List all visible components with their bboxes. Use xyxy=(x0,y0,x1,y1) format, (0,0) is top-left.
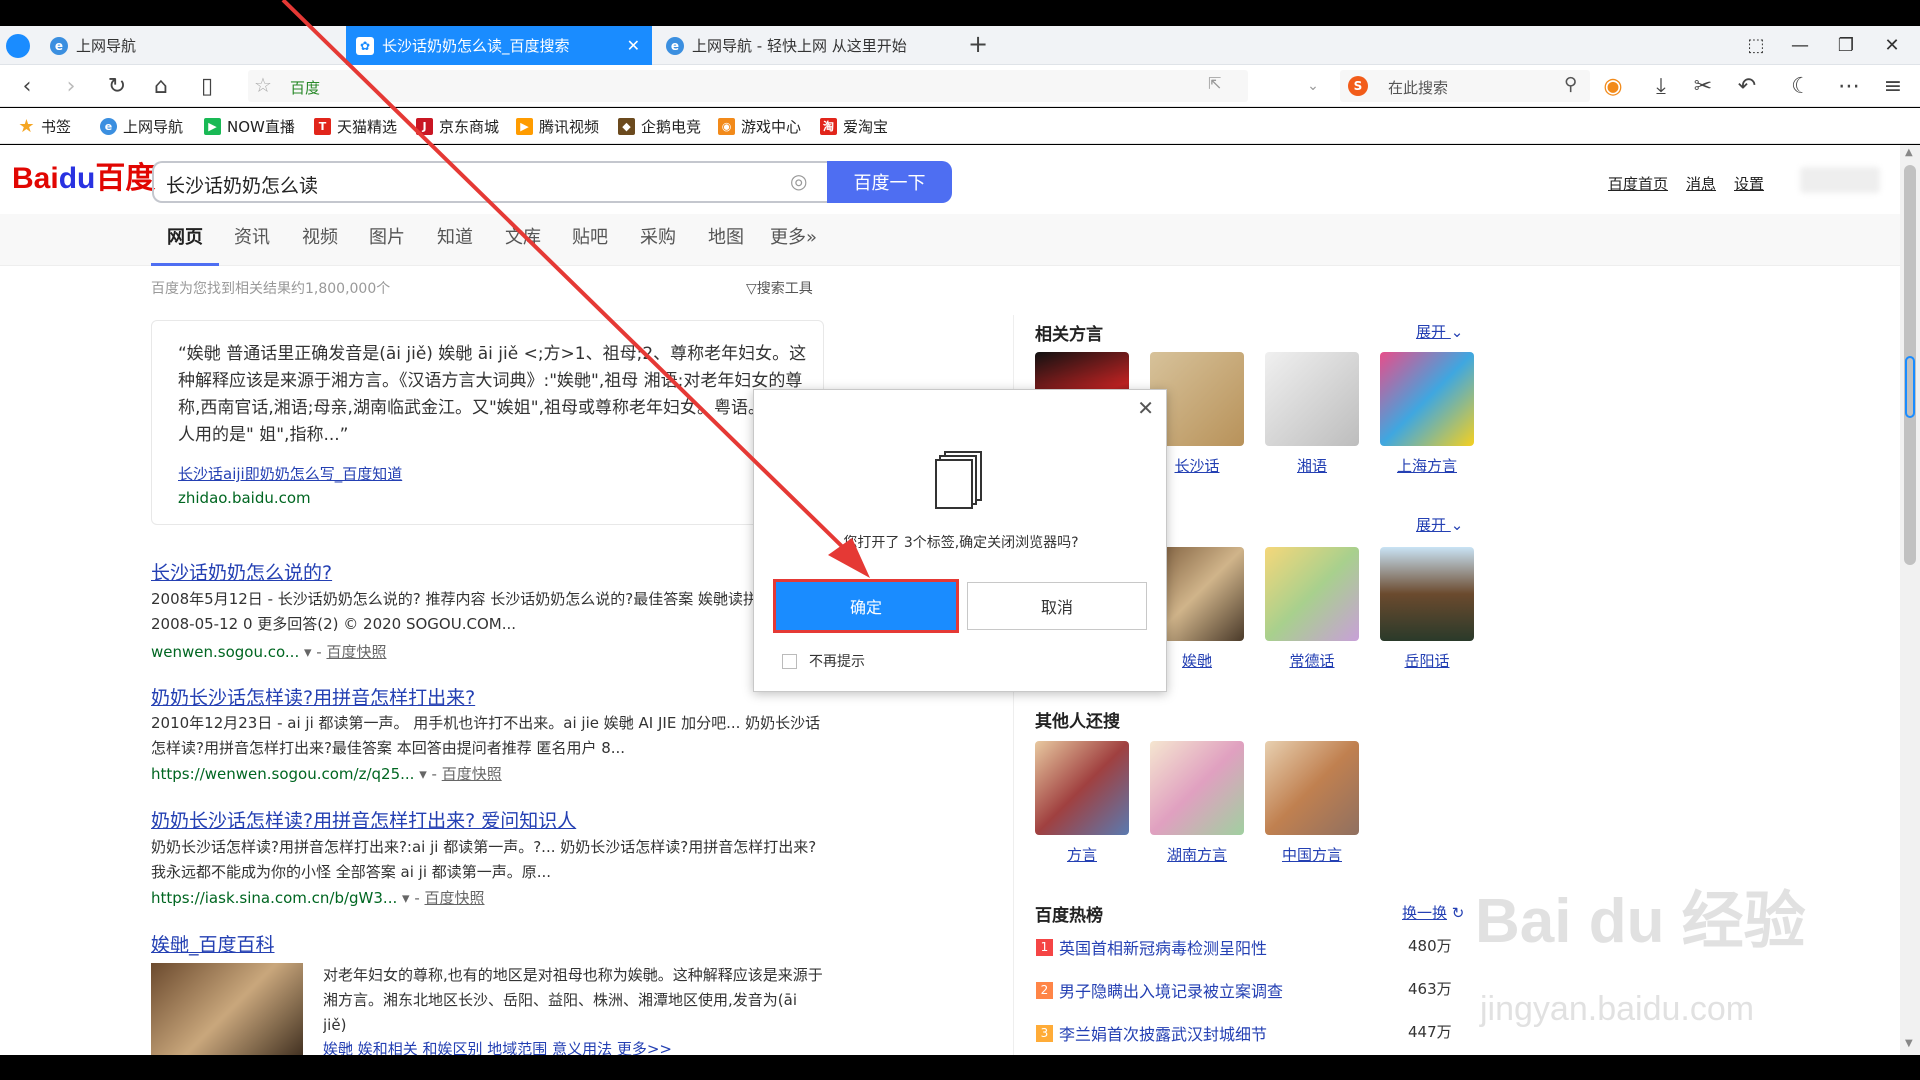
screen: e 上网导航 ✿ 长沙话奶奶怎么读_百度搜索 ✕ e 上网导航 - 轻快上网 从… xyxy=(0,0,1920,1080)
baidu-jingyan-watermark: Bai du 经验 xyxy=(1475,887,1806,956)
watermark-url: jingyan.baidu.com xyxy=(1480,990,1755,1028)
